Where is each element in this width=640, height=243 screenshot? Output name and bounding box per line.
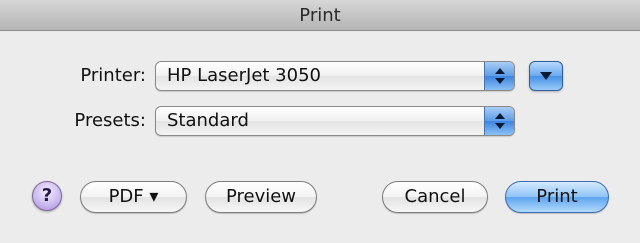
printer-popup[interactable]: HP LaserJet 3050: [155, 61, 515, 91]
cancel-button[interactable]: Cancel: [382, 181, 488, 213]
preview-button[interactable]: Preview: [205, 181, 317, 213]
printer-selected-value: HP LaserJet 3050: [167, 65, 321, 86]
presets-popup[interactable]: Standard: [155, 106, 515, 136]
pdf-button[interactable]: PDF ▾: [80, 181, 187, 213]
up-down-arrows-icon: [484, 62, 514, 90]
presets-selected-value: Standard: [167, 110, 249, 131]
printer-label: Printer:: [80, 65, 146, 86]
presets-label: Presets:: [74, 110, 146, 131]
up-down-arrows-icon: [484, 107, 514, 135]
help-button[interactable]: ?: [32, 181, 62, 211]
window-title: Print: [0, 0, 640, 31]
print-button[interactable]: Print: [505, 181, 609, 213]
disclosure-triangle-icon[interactable]: [529, 61, 563, 91]
